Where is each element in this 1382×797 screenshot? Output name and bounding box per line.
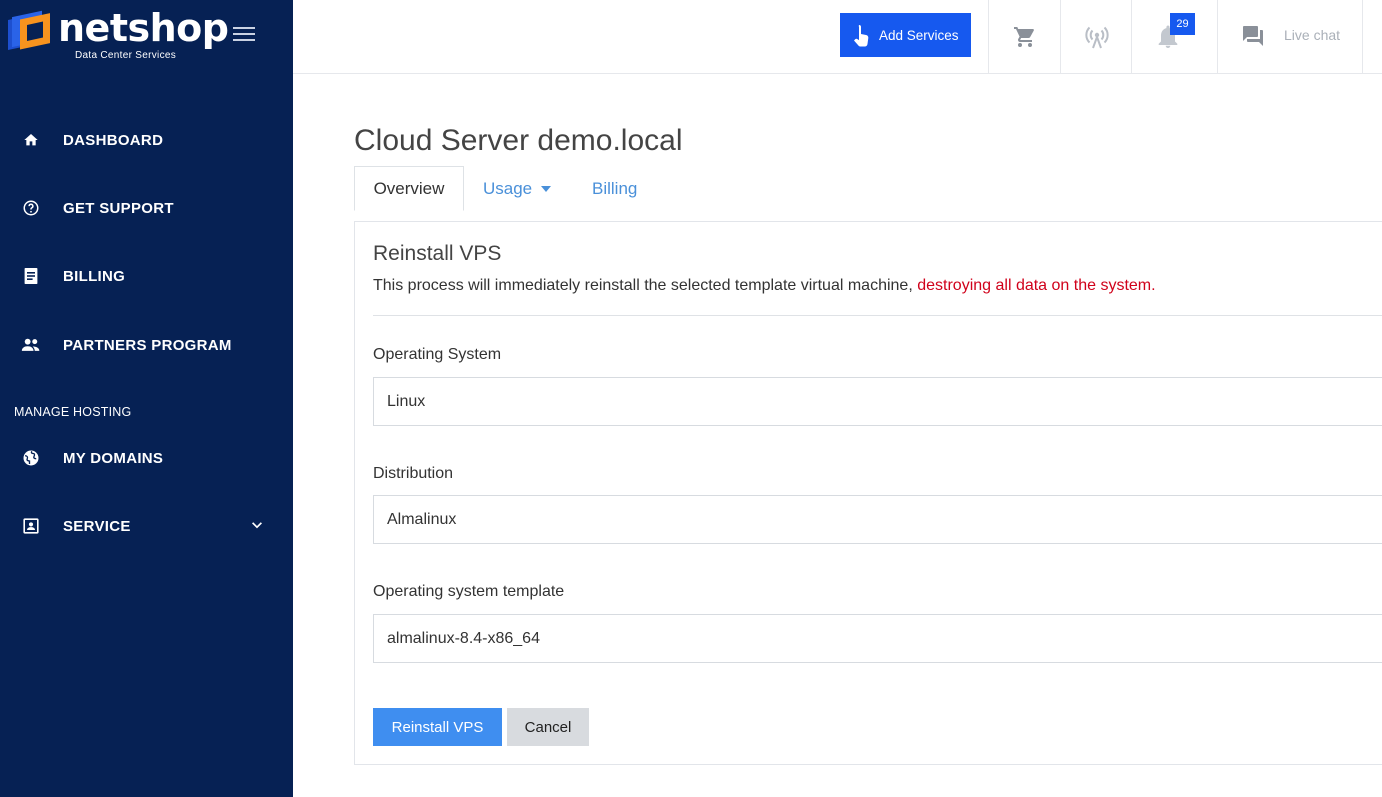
shopping-cart-icon [1014, 27, 1034, 47]
description-text: This process will immediately reinstall … [373, 277, 918, 294]
card-title: Reinstall VPS [373, 242, 502, 265]
distribution-select[interactable]: Almalinux [373, 495, 1382, 544]
cart-button[interactable] [988, 0, 1061, 74]
status-button[interactable] [1060, 0, 1132, 74]
reinstall-vps-button[interactable]: Reinstall VPS [373, 708, 502, 746]
notifications-button[interactable] [1131, 0, 1218, 74]
chevron-down-icon [250, 518, 266, 534]
sidebar-item-label: MY DOMAINS [63, 449, 164, 467]
template-label: Operating system template [373, 583, 565, 600]
sidebar-item-get-support[interactable]: GET SUPPORT [0, 188, 293, 228]
template-select-value: almalinux-8.4-x86_64 [387, 629, 540, 647]
sidebar-item-service[interactable]: SERVICE [0, 506, 293, 546]
help-circle-icon [21, 198, 41, 218]
distribution-select-value: Almalinux [387, 510, 457, 528]
template-select[interactable]: almalinux-8.4-x86_64 [373, 614, 1382, 663]
section-label-manage-hosting: MANAGE HOSTING [14, 405, 132, 419]
tab-label: Billing [592, 178, 638, 198]
page-title: Cloud Server demo.local [354, 124, 683, 157]
sidebar-item-label: PARTNERS PROGRAM [63, 336, 232, 354]
add-services-label: Add Services [879, 27, 959, 43]
broadcast-tower-icon [1084, 26, 1109, 49]
people-icon [21, 335, 41, 355]
tab-usage[interactable]: Usage [483, 166, 552, 211]
warning-text: destroying all data on the system. [917, 277, 1156, 294]
caret-down-icon [541, 186, 552, 192]
touch-icon [854, 25, 869, 47]
tab-billing[interactable]: Billing [592, 166, 637, 211]
os-select[interactable]: Linux [373, 377, 1382, 426]
sidebar-item-label: DASHBOARD [63, 131, 164, 149]
sidebar-item-label: GET SUPPORT [63, 199, 174, 217]
add-services-button[interactable]: Add Services [840, 13, 971, 57]
sidebar: netshop Data Center Services DASHBOARD G… [0, 0, 293, 797]
chat-bubble-icon [1243, 26, 1263, 46]
brand-tagline: Data Center Services [75, 50, 177, 61]
cancel-button[interactable]: Cancel [507, 708, 589, 746]
os-select-value: Linux [387, 392, 426, 410]
sidebar-item-partners-program[interactable]: PARTNERS PROGRAM [0, 325, 293, 365]
logo[interactable]: netshop Data Center Services [8, 6, 229, 61]
netshop-logo-icon [8, 8, 54, 58]
contact-card-icon [21, 516, 41, 536]
receipt-icon [21, 266, 41, 286]
live-chat-label[interactable]: Live chat [1284, 27, 1340, 43]
sidebar-item-billing[interactable]: BILLING [0, 256, 293, 296]
notification-count-badge: 29 [1170, 13, 1195, 35]
reinstall-card: Reinstall VPS This process will immediat… [354, 221, 1382, 765]
home-icon [21, 130, 41, 150]
sidebar-item-label: SERVICE [63, 517, 131, 535]
os-label: Operating System [373, 346, 502, 363]
tab-overview[interactable]: Overview [354, 166, 464, 211]
sidebar-item-my-domains[interactable]: MY DOMAINS [0, 438, 293, 478]
distribution-label: Distribution [373, 465, 454, 482]
globe-icon [21, 448, 41, 468]
tab-label: Usage [483, 178, 533, 198]
sidebar-item-dashboard[interactable]: DASHBOARD [0, 120, 293, 160]
menu-toggle-icon[interactable] [233, 27, 255, 45]
card-description: This process will immediately reinstall … [373, 277, 1156, 295]
brand-name: netshop [58, 6, 229, 50]
sidebar-item-label: BILLING [63, 267, 126, 285]
divider [373, 315, 1382, 316]
tab-label: Overview [373, 178, 445, 198]
